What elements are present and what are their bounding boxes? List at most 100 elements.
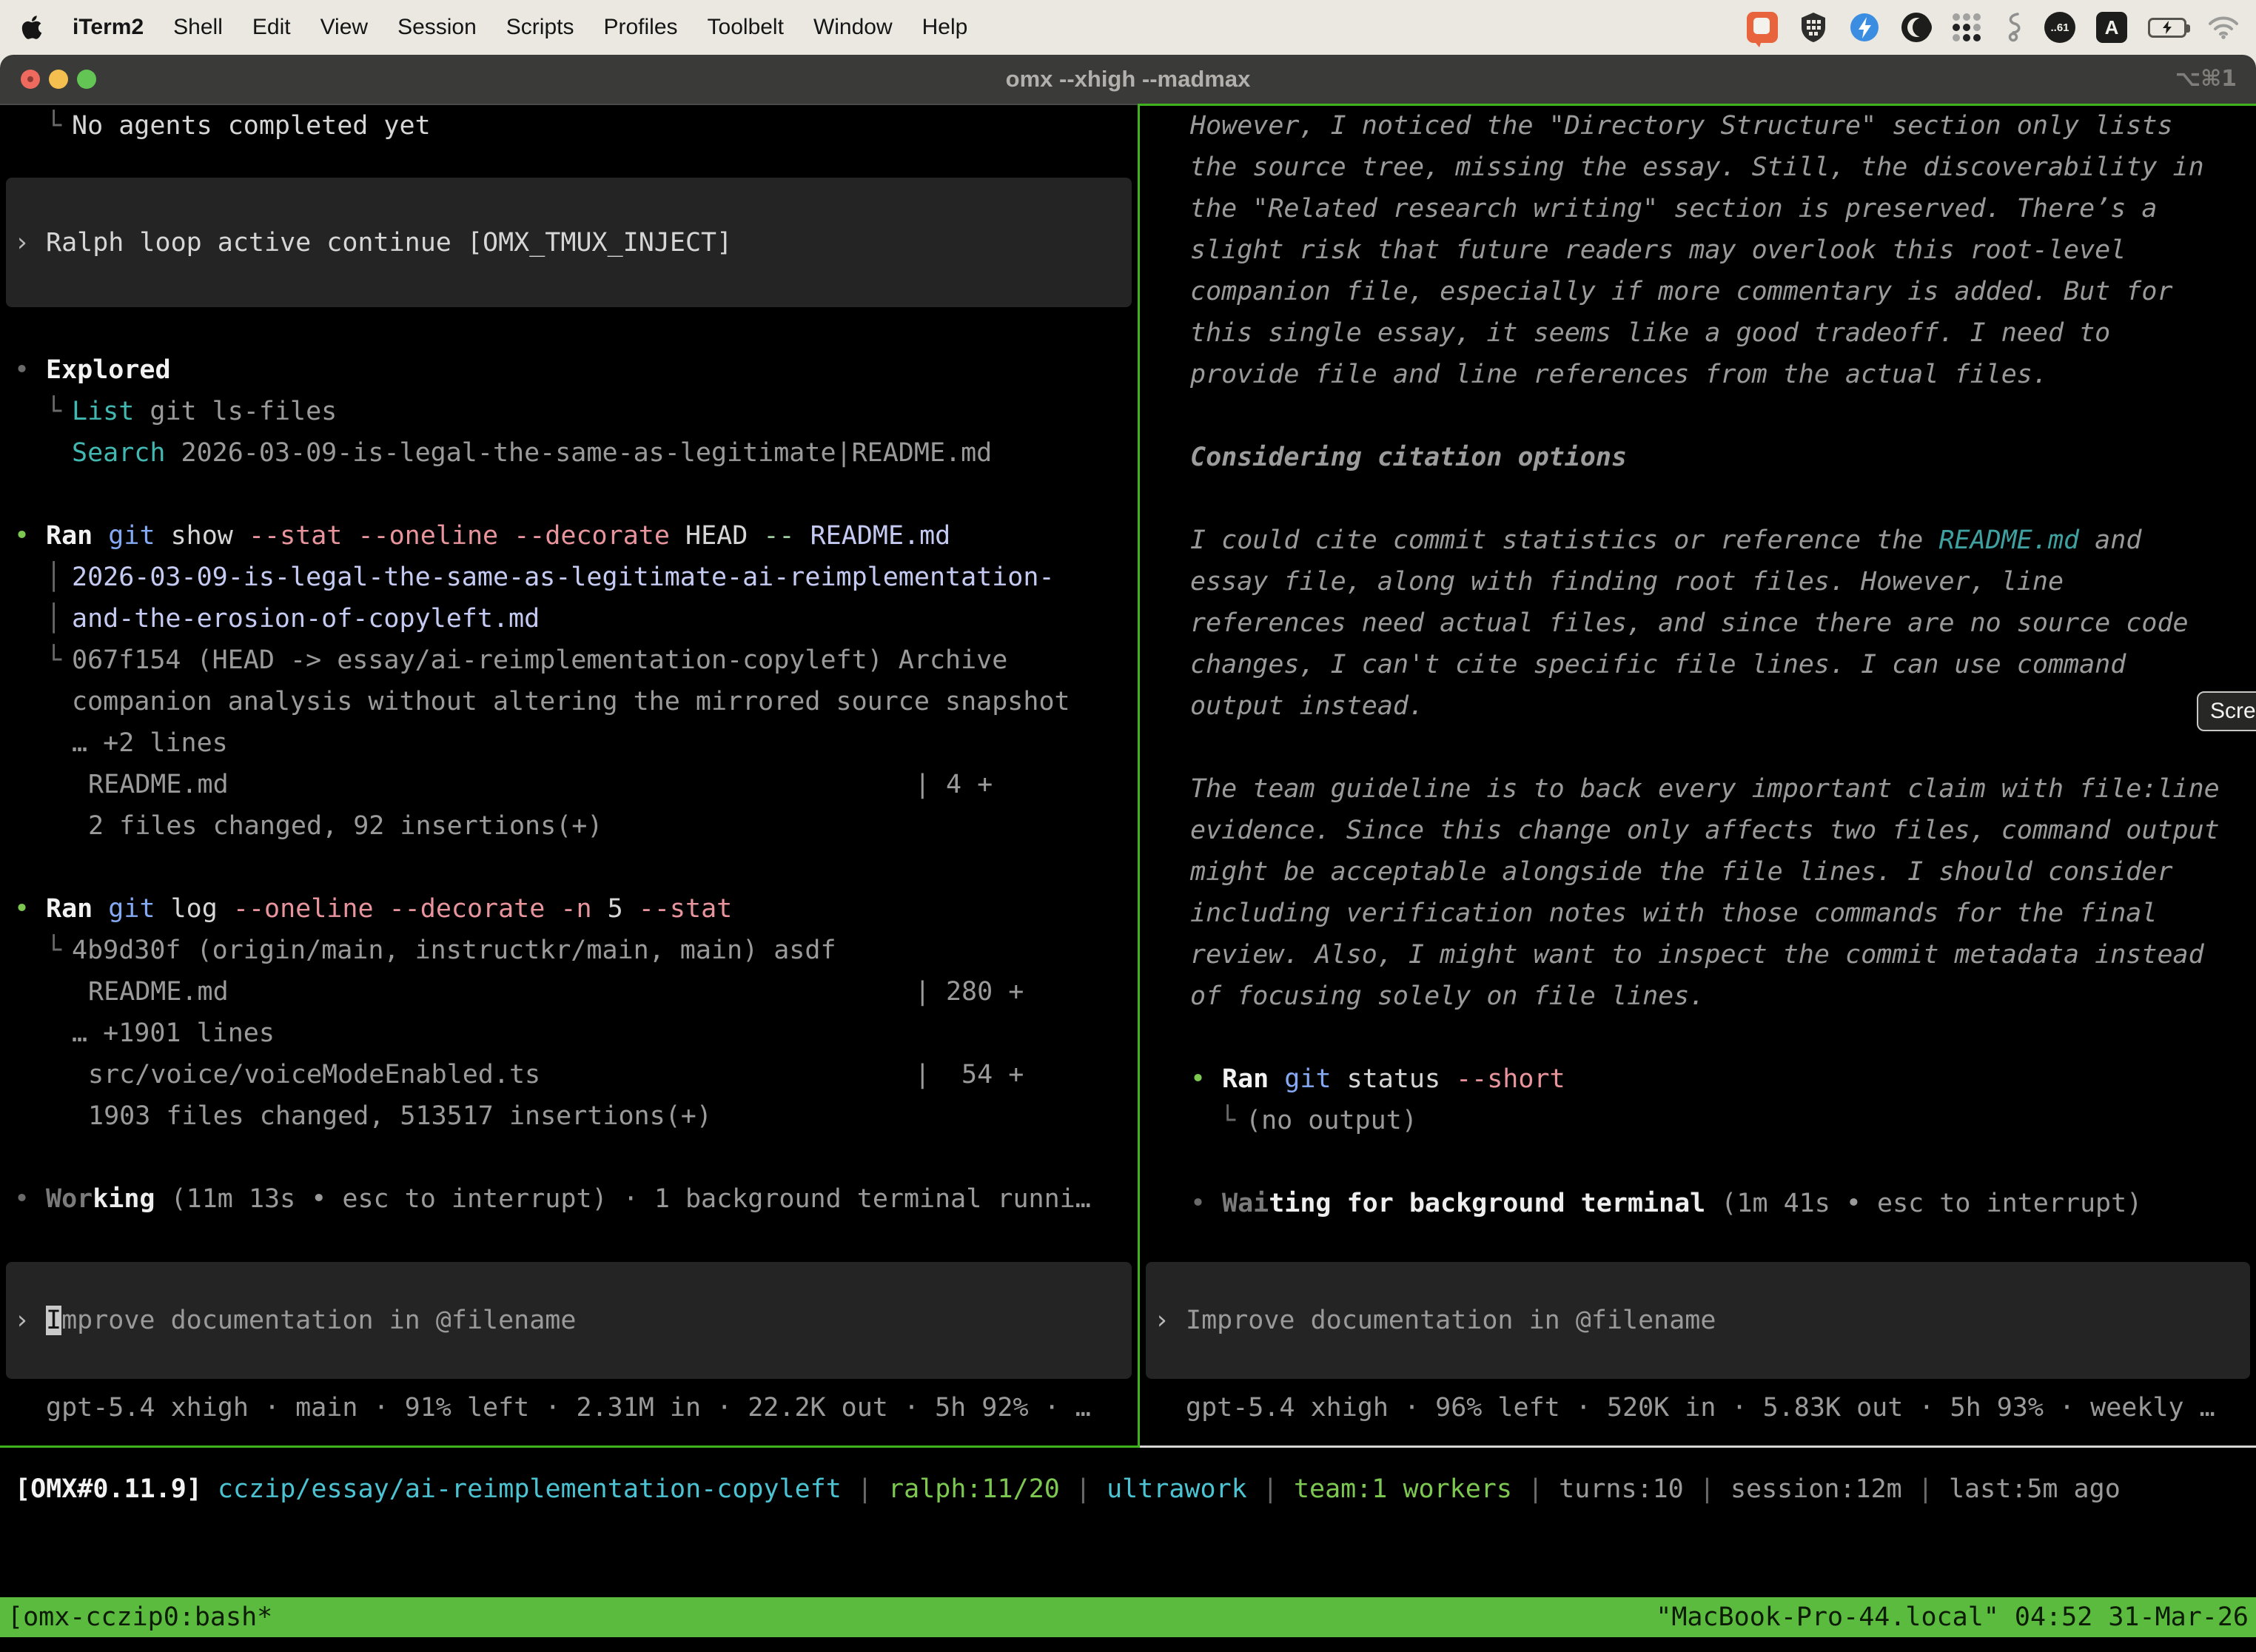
terminal-line: I could cite commit statistics or refere… [1140, 520, 2256, 561]
squiggle-icon[interactable] [2001, 11, 2024, 44]
terminal-line: slight risk that future readers may over… [1140, 229, 2256, 271]
bolt-circle-icon[interactable] [1849, 12, 1880, 43]
text-token: (1m 41s • esc to interrupt) [1705, 1189, 2142, 1218]
menu-item-help[interactable]: Help [922, 15, 968, 40]
text-token: of focusing solely on file lines. [1190, 981, 1705, 1011]
text-token: -n [560, 894, 591, 924]
omx-status-line: [OMX#0.11.9] cczip/essay/ai-reimplementa… [15, 1468, 2121, 1510]
terminal-line: the "Related research writing" section i… [1140, 188, 2256, 229]
wifi-icon[interactable] [2207, 15, 2240, 40]
text-token: git [108, 521, 155, 551]
terminal-line: However, I noticed the "Directory Struct… [1140, 105, 2256, 147]
terminal-line: might be acceptable alongside the file l… [1140, 851, 2256, 893]
terminal-line: ›Improve documentation in @filename [1146, 1303, 2250, 1338]
text-token: Ralph loop active continue [OMX_TMUX_INJ… [46, 228, 732, 258]
terminal-line: essay file, along with finding root file… [1140, 561, 2256, 602]
text-token: log [155, 894, 233, 924]
battery-charging-icon[interactable] [2148, 18, 2186, 38]
text-token [545, 894, 560, 924]
chat-bubble-icon[interactable] [1747, 12, 1778, 43]
text-token: (11m 13s • esc to interrupt) · 1 backgro… [155, 1184, 1091, 1214]
terminal-line: this single essay, it seems like a good … [1140, 312, 2256, 354]
text-token: mprove documentation in @filename [61, 1306, 576, 1335]
text-token: HEAD [670, 521, 763, 551]
terminal-line: The team guideline is to back every impo… [1140, 768, 2256, 810]
menu-item-toolbelt[interactable]: Toolbelt [708, 15, 784, 40]
traffic-light-close[interactable] [21, 70, 40, 89]
text-token: | [1684, 1474, 1730, 1504]
shield-grid-icon[interactable] [1799, 11, 1828, 44]
line-gutter: • [14, 515, 46, 557]
menu-item-scripts[interactable]: Scripts [506, 15, 574, 40]
model-status-right: gpt-5.4 xhigh · 96% left · 520K in · 5.8… [1140, 1387, 2256, 1428]
line-gutter: › [1154, 1303, 1186, 1338]
menu-item-view[interactable]: View [320, 15, 368, 40]
menu-item-session[interactable]: Session [397, 15, 477, 40]
text-token: Wor [46, 1184, 93, 1214]
text-token: No agents completed yet [72, 111, 431, 141]
text-token: slight risk that future readers may over… [1190, 235, 2126, 265]
prompt-input-right-line: ›Improve documentation in @filename [1146, 1303, 2250, 1338]
text-token: --decorate [389, 894, 545, 924]
tmux-pane-right[interactable]: However, I noticed the "Directory Struct… [1140, 105, 2256, 1446]
text-token: references need actual files, and since … [1190, 608, 2189, 638]
tmux-session-window[interactable]: [omx-cczip0:bash* [7, 1602, 272, 1632]
menu-item-app[interactable]: iTerm2 [73, 15, 144, 40]
blank-line [1140, 478, 2256, 520]
text-token: The team guideline is to back every impo… [1190, 774, 2220, 804]
text-token: src/voice/voiceModeEnabled.ts | 54 + [88, 1060, 1024, 1089]
text-token: README.md [810, 521, 951, 551]
screen-chip-label: Scre [2210, 699, 2256, 724]
line-gutter: └ [46, 930, 72, 971]
text-token: Search [72, 438, 165, 468]
pane-divider[interactable] [1138, 104, 1140, 1448]
crescent-circle-icon[interactable] [1901, 12, 1932, 43]
text-token: README.md | 280 + [88, 977, 1024, 1007]
dots-grid-icon[interactable] [1953, 13, 1981, 41]
badge-61-icon[interactable]: ..61 [2044, 12, 2075, 43]
text-token: However, I noticed the "Directory Struct… [1190, 111, 2173, 141]
traffic-light-zoom[interactable] [77, 70, 96, 89]
terminal-line: •Waiting for background terminal (1m 41s… [1140, 1183, 2256, 1224]
menu-item-shell[interactable]: Shell [173, 15, 223, 40]
text-token: evidence. Since this change only affects… [1190, 816, 2220, 845]
text-token [342, 521, 357, 551]
terminal-line: output instead. [1140, 685, 2256, 727]
blank-line [1140, 1141, 2256, 1183]
blank-line [1140, 395, 2256, 437]
model-status-left: gpt-5.4 xhigh · main · 91% left · 2.31M … [0, 1387, 1138, 1428]
apple-menu-icon[interactable] [21, 14, 43, 41]
prompt-input-left-line: ›Improve documentation in @filename [6, 1303, 1132, 1338]
a-square-icon[interactable]: A [2096, 12, 2127, 43]
prompt-input-left[interactable]: ›Improve documentation in @filename [6, 1262, 1132, 1379]
tmux-pane-left[interactable]: └No agents completed yet ›Ralph loop act… [0, 105, 1138, 1446]
prompt-input-right[interactable]: ›Improve documentation in @filename [1146, 1262, 2250, 1379]
terminal-line: 1903 files changed, 513517 insertions(+) [0, 1095, 1138, 1137]
line-gutter: └ [46, 105, 72, 147]
text-token: this single essay, it seems like a good … [1190, 318, 2110, 348]
terminal-line: evidence. Since this change only affects… [1140, 810, 2256, 851]
menu-item-edit[interactable]: Edit [252, 15, 291, 40]
text-token: | [1512, 1474, 1559, 1504]
text-token: git [1284, 1064, 1331, 1094]
text-token [1269, 1064, 1284, 1094]
text-token: the source tree, missing the essay. Stil… [1190, 152, 2204, 182]
terminal-line: •Explored [0, 349, 1138, 391]
text-token: 2 files changed, 92 insertions(+) [88, 811, 602, 841]
menu-item-profiles[interactable]: Profiles [603, 15, 677, 40]
traffic-light-minimize[interactable] [49, 70, 68, 89]
menu-item-window[interactable]: Window [813, 15, 893, 40]
terminal-line: review. Also, I might want to inspect th… [1140, 934, 2256, 976]
text-token: 4b9d30f (origin/main, instructkr/main, m… [72, 936, 836, 965]
text-token: Explored [46, 355, 171, 385]
terminal-line: ›Improve documentation in @filename [6, 1303, 1132, 1338]
text-token: ting for background terminal [1269, 1189, 1705, 1218]
line-gutter: └ [46, 639, 72, 681]
terminal-line: gpt-5.4 xhigh · 96% left · 520K in · 5.8… [1140, 1387, 2256, 1428]
text-token: 5 [592, 894, 639, 924]
terminal-line: provide file and line references from th… [1140, 354, 2256, 395]
text-token: and [2079, 526, 2141, 555]
text-token: 2026-03-09-is-legal-the-same-as-legitima… [165, 438, 992, 468]
screen-chip[interactable]: Scre [2197, 691, 2256, 731]
terminal-line: └(no output) [1140, 1100, 2256, 1141]
